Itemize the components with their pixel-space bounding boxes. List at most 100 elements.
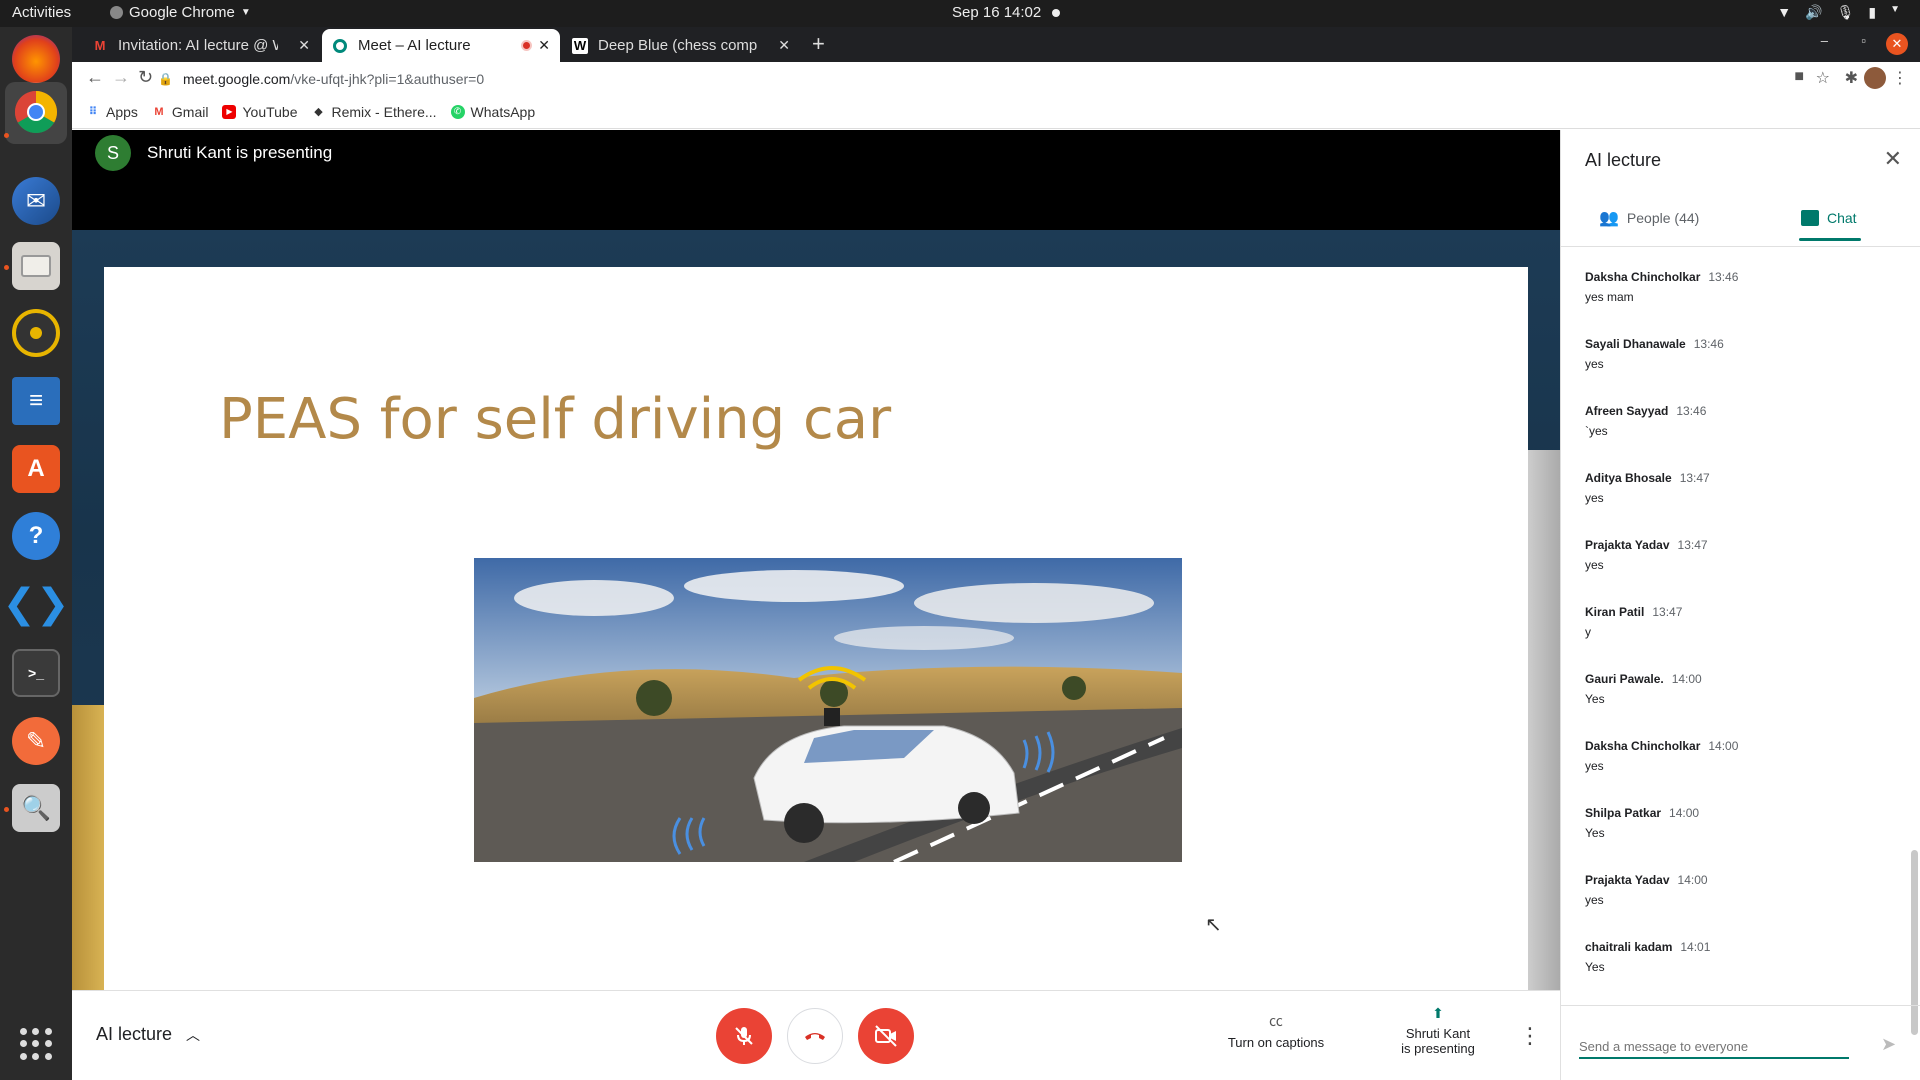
window-close-icon[interactable]: ✕ (1886, 33, 1908, 55)
system-tray[interactable]: ▼ 🔊 🎙 ▮ ▼ (1777, 4, 1900, 21)
mic-off-icon (735, 1027, 753, 1045)
volume-icon: 🔊 (1805, 4, 1823, 20)
thunderbird-icon[interactable]: ✉ (12, 177, 60, 225)
apps-grid-icon: ⠿ (88, 106, 98, 118)
chat-sender-name: Sayali Dhanawale (1585, 337, 1686, 351)
hang-up-icon (805, 1033, 825, 1040)
clock[interactable]: Sep 16 14:02 (952, 4, 1041, 21)
restore-icon[interactable]: ▫ (1861, 33, 1866, 48)
bookmark-apps[interactable]: ⠿ Apps (86, 104, 138, 120)
chat-message-time: 14:00 (1708, 739, 1739, 753)
chat-tab-label: Chat (1827, 210, 1857, 226)
chat-sender-name: Afreen Sayyad (1585, 404, 1669, 418)
active-tab-indicator (1799, 238, 1861, 241)
chat-message-header: Daksha Chincholkar 13:46 (1585, 270, 1885, 284)
tab-people[interactable]: 👥 People (44) (1599, 198, 1699, 238)
tab-title: Invitation: AI lecture @ W (118, 37, 278, 54)
show-applications-icon[interactable] (20, 1028, 52, 1060)
chat-sender-name: Aditya Bhosale (1585, 471, 1672, 485)
bookmark-whatsapp[interactable]: ✆ WhatsApp (450, 103, 536, 120)
bookmark-youtube[interactable]: ▶ YouTube (222, 104, 298, 120)
chat-sender-name: Daksha Chincholkar (1585, 270, 1701, 284)
files-icon[interactable] (12, 242, 60, 290)
tab-gmail-invitation[interactable]: M Invitation: AI lecture @ W ✕ (82, 29, 320, 62)
meeting-details-button[interactable]: AI lecture ︿ (96, 1024, 200, 1045)
camera-off-button[interactable] (858, 1008, 914, 1064)
chat-message: Daksha Chincholkar 13:46 yes mam (1585, 270, 1885, 337)
forward-icon[interactable]: → (112, 67, 130, 88)
tray-caret-icon: ▼ (1890, 4, 1900, 15)
chat-message-text: yes (1585, 893, 1604, 907)
chrome-icon[interactable] (12, 88, 60, 136)
postman-icon[interactable]: ✎ (12, 717, 60, 765)
firefox-icon[interactable] (12, 35, 60, 83)
activities-button[interactable]: Activities (12, 4, 71, 21)
extensions-icon[interactable]: ✱ (1845, 68, 1858, 88)
closed-captions-icon: ㏄ (1269, 1013, 1283, 1029)
profile-avatar[interactable] (1864, 67, 1886, 89)
chat-message: Shilpa Patkar 14:00 Yes (1585, 806, 1885, 873)
chat-message-text: `yes (1585, 424, 1608, 438)
chat-message-header: Prajakta Yadav 14:00 (1585, 873, 1885, 887)
leave-call-button[interactable] (787, 1008, 843, 1064)
presenter-text: Shruti Kant is presenting (147, 143, 333, 162)
chat-sender-name: Prajakta Yadav (1585, 538, 1670, 552)
captions-button[interactable]: ㏄ Turn on captions (1214, 1011, 1338, 1050)
vscode-icon[interactable]: ❮❯ (2, 580, 69, 628)
more-options-icon[interactable]: ⋮ (1519, 1023, 1541, 1049)
dock: ✉ ≡ A ? ❮❯ >_ ✎ 🔍 (0, 27, 72, 1080)
bookmark-star-icon[interactable]: ☆ (1816, 68, 1830, 88)
chat-sender-name: Gauri Pawale. (1585, 672, 1664, 686)
bookmark-gmail[interactable]: M Gmail (152, 104, 208, 120)
lock-icon[interactable]: 🔒 (158, 72, 173, 86)
battery-icon: ▮ (1868, 4, 1877, 20)
chat-message-text: yes mam (1585, 290, 1634, 304)
rhythmbox-icon[interactable] (12, 309, 60, 357)
chrome-window: M Invitation: AI lecture @ W ✕ Meet – AI… (72, 27, 1920, 1080)
chat-message-time: 13:47 (1677, 538, 1708, 552)
minimize-icon[interactable]: – (1821, 33, 1828, 48)
close-tab-icon[interactable]: ✕ (298, 37, 310, 54)
reload-icon[interactable]: ↻ (138, 67, 153, 88)
close-panel-icon[interactable]: ✕ (1884, 146, 1902, 172)
bookmark-remix[interactable]: ◆ Remix - Ethere... (312, 104, 436, 120)
close-tab-icon[interactable]: ✕ (778, 37, 790, 54)
chat-message: Gauri Pawale. 14:00 Yes (1585, 672, 1885, 739)
toolbar: ← → ↻ 🔒 meet.google.com/vke-ufqt-jhk?pli… (72, 62, 1920, 95)
gmail-icon: M (94, 38, 106, 53)
recording-indicator-icon (1052, 9, 1060, 17)
chat-message-header: Afreen Sayyad 13:46 (1585, 404, 1885, 418)
chat-message-text: Yes (1585, 692, 1605, 706)
microphone-icon: 🎙 (1836, 4, 1855, 20)
help-icon[interactable]: ? (12, 512, 60, 560)
wikipedia-icon: W (572, 37, 588, 54)
chat-message-time: 13:47 (1652, 605, 1683, 619)
presenting-button[interactable]: ⬆ Shruti Kant is presenting (1376, 1005, 1500, 1056)
terminal-icon[interactable]: >_ (12, 649, 60, 697)
close-tab-icon[interactable]: ✕ (538, 37, 550, 54)
tab-deep-blue[interactable]: W Deep Blue (chess comput ✕ (562, 29, 800, 62)
new-tab-button[interactable]: + (812, 31, 825, 57)
chat-message-text: yes (1585, 558, 1604, 572)
tab-title: Meet – AI lecture (358, 37, 471, 54)
software-center-icon[interactable]: A (12, 445, 60, 493)
microphone-off-button[interactable] (716, 1008, 772, 1064)
tab-chat[interactable]: Chat (1801, 198, 1857, 238)
send-icon[interactable]: ➤ (1881, 1034, 1896, 1055)
chat-sender-name: Shilpa Patkar (1585, 806, 1662, 820)
chrome-menu-icon[interactable]: ⋮ (1892, 68, 1908, 88)
address-bar[interactable]: 🔒 meet.google.com/vke-ufqt-jhk?pli=1&aut… (158, 66, 1818, 92)
chat-sender-name: Daksha Chincholkar (1585, 739, 1701, 753)
chat-message-text: y (1585, 625, 1591, 639)
back-icon[interactable]: ← (86, 67, 104, 88)
bookmark-label: WhatsApp (470, 103, 536, 120)
image-viewer-icon[interactable]: 🔍 (12, 784, 60, 832)
wifi-icon: ▼ (1777, 4, 1792, 20)
app-menu[interactable]: Google Chrome ▼ (110, 4, 251, 21)
caret-down-icon: ▼ (240, 7, 251, 18)
camera-in-use-icon[interactable]: ■ (1794, 68, 1804, 86)
writer-icon[interactable]: ≡ (12, 377, 60, 425)
tab-meet[interactable]: Meet – AI lecture ✕ (322, 29, 560, 62)
chat-message-input[interactable] (1579, 1035, 1849, 1059)
chat-message-text: Yes (1585, 960, 1605, 974)
